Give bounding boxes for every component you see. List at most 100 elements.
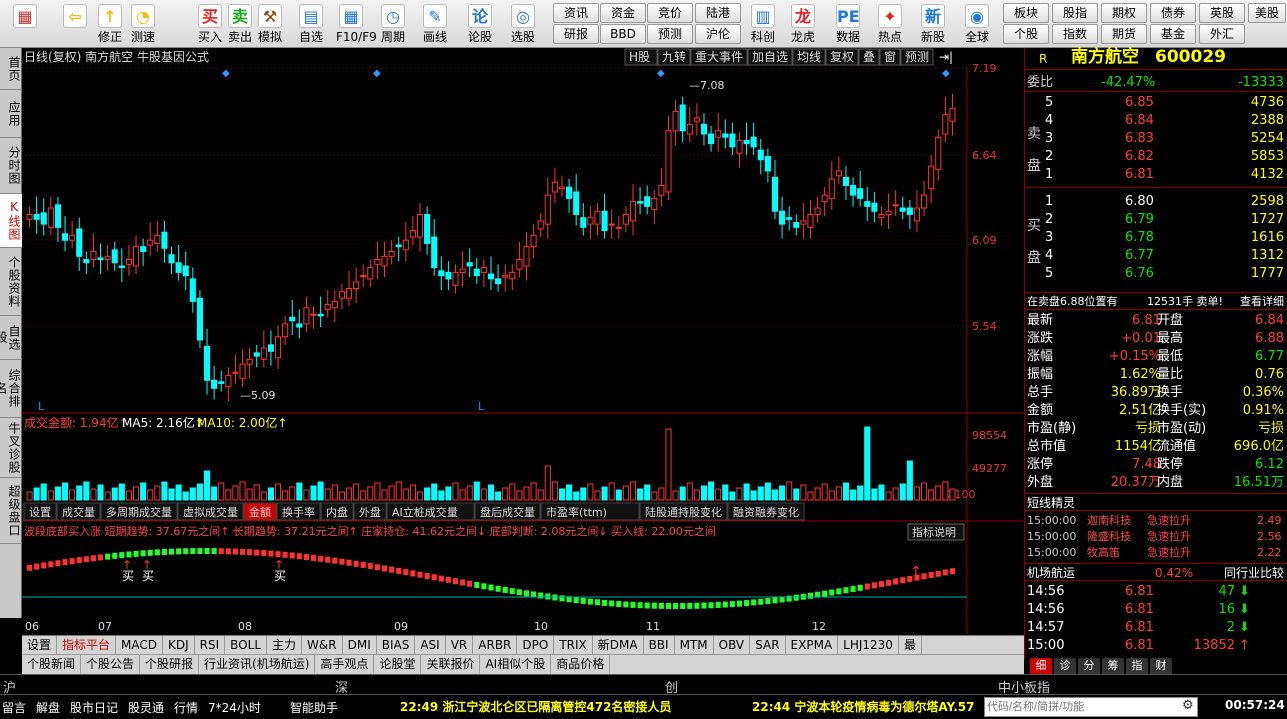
toolbar-button-12[interactable]: ◎ 选股: [508, 2, 538, 46]
info-tab-7[interactable]: AI相似个股: [480, 655, 552, 673]
indicator-tab-4[interactable]: RSI: [195, 636, 226, 654]
toolbar-button-3[interactable]: ◔ 测速: [128, 2, 158, 46]
buy-level[interactable]: 3 6.78 1616: [1025, 229, 1287, 247]
toolbar-button-17[interactable]: 新新股: [918, 2, 948, 46]
info-tab-4[interactable]: 高手观点: [315, 655, 375, 673]
indicator-tab-1[interactable]: 指标平台: [57, 636, 117, 654]
sector-compare-button[interactable]: 同行业比较: [1224, 564, 1284, 582]
buy-level[interactable]: 4 6.77 1312: [1025, 247, 1287, 265]
toolbar-button-2[interactable]: ↑ 修正: [95, 2, 125, 46]
info-tab-1[interactable]: 个股公告: [81, 655, 141, 673]
toolbar-button-18[interactable]: ◉ 全球: [962, 2, 992, 46]
indicator-tab-17[interactable]: MTM: [675, 636, 714, 654]
sell-level[interactable]: 1 6.81 4132: [1025, 166, 1287, 184]
toolbar-button-14[interactable]: 龙龙虎: [788, 2, 818, 46]
indicator-tab-16[interactable]: BBI: [644, 636, 675, 654]
leftnav-tab-5[interactable]: 自选股: [0, 316, 22, 360]
quote-tab-5[interactable]: 财: [1150, 658, 1172, 674]
info-tab-2[interactable]: 个股研报: [140, 655, 200, 673]
toolbar-button-13[interactable]: ▥ 科创: [748, 2, 778, 46]
toolbar-button-15[interactable]: PE 数据: [833, 2, 863, 46]
indicator-tab-0[interactable]: 设置: [22, 636, 58, 654]
indicator-tab-22[interactable]: 最: [899, 636, 922, 654]
leftnav-tab-8[interactable]: 超级盘口: [0, 478, 22, 544]
nav-button[interactable]: 沪伦: [695, 24, 741, 44]
nav2-button[interactable]: 股指: [1052, 3, 1098, 23]
sell-level[interactable]: 5 6.85 4736: [1025, 94, 1287, 112]
indicator-tab-15[interactable]: 新DMA: [593, 636, 644, 654]
kline-chart-area[interactable]: 日线(复权) 南方航空 牛股基因公式 H股 九转 重大事件 加自选 均线 复权叠窗预测 ⇥| 7…: [22, 48, 1024, 635]
indicator-tab-8[interactable]: DMI: [343, 636, 377, 654]
export-icon[interactable]: ⇥|: [939, 50, 953, 64]
toolbar-button-8[interactable]: ▦ F10/F9: [336, 2, 377, 46]
leftnav-tab-7[interactable]: 牛叉诊股: [0, 418, 22, 478]
nav2-button[interactable]: 指数: [1052, 24, 1098, 44]
indicator-tab-2[interactable]: MACD: [116, 636, 164, 654]
toolbar-button-9[interactable]: ◷ 周期: [378, 2, 408, 46]
event-diamond-icon[interactable]: ◆: [942, 68, 950, 79]
toolbar-button-4[interactable]: 买买入: [195, 2, 225, 46]
ticker-item-1[interactable]: 解盘: [36, 699, 60, 716]
news-2[interactable]: 22:44 宁波本轮疫情病毒为德尔塔AY.57: [752, 698, 980, 715]
leftnav-tab-0[interactable]: 首页: [0, 48, 22, 90]
info-tab-0[interactable]: 个股新闻: [22, 655, 82, 673]
ticker-item-5[interactable]: 7*24小时: [208, 699, 261, 716]
nav2-button[interactable]: 期权: [1101, 3, 1147, 23]
nav-button[interactable]: 资讯: [553, 3, 599, 23]
leftnav-tab-6[interactable]: 综合排名: [0, 360, 22, 418]
quote-tab-4[interactable]: 指: [1126, 658, 1148, 674]
nav2-button[interactable]: 个股: [1003, 24, 1049, 44]
ticker-item-2[interactable]: 股市日记: [70, 699, 118, 716]
indicator-tab-11[interactable]: VR: [446, 636, 474, 654]
toolbar-button-0[interactable]: ▦: [5, 2, 45, 46]
info-tab-5[interactable]: 论股堂: [374, 655, 422, 673]
nav2-button[interactable]: 期货: [1101, 24, 1147, 44]
nav2-button[interactable]: 美股: [1248, 3, 1286, 23]
indicator-tab-10[interactable]: ASI: [415, 636, 446, 654]
nav2-button[interactable]: 债券: [1150, 3, 1196, 23]
indicator-tab-14[interactable]: TRIX: [554, 636, 593, 654]
toolbar-button-11[interactable]: 论论股: [465, 2, 495, 46]
nav2-button[interactable]: 基金: [1150, 24, 1196, 44]
nav-button[interactable]: BBD: [600, 24, 646, 44]
nav-button[interactable]: 预测: [647, 24, 693, 44]
quote-tab-0[interactable]: 细: [1030, 658, 1052, 674]
quote-tab-1[interactable]: 诊: [1054, 658, 1076, 674]
indicator-tab-21[interactable]: LHJ1230: [838, 636, 899, 654]
nav-button[interactable]: 竞价: [647, 3, 693, 23]
short-item[interactable]: 15:00:00 牧高笛 急速拉升 2.22: [1025, 545, 1287, 561]
nav-button[interactable]: 陆港: [695, 3, 741, 23]
event-diamond-icon[interactable]: ◆: [222, 68, 230, 79]
info-tab-6[interactable]: 关联报价: [421, 655, 481, 673]
sell-level[interactable]: 2 6.82 5853: [1025, 148, 1287, 166]
toolbar-button-1[interactable]: ⇦: [55, 2, 95, 46]
buy-level[interactable]: 2 6.79 1727: [1025, 211, 1287, 229]
toolbar-button-7[interactable]: ▤ 自选: [296, 2, 326, 46]
news-1[interactable]: 22:49 浙江宁波北仑区已隔离管控472名密接人员: [400, 698, 671, 715]
buy-level[interactable]: 1 6.80 2598: [1025, 193, 1287, 211]
gear-icon[interactable]: ⚙: [1182, 698, 1194, 713]
indicator-tab-7[interactable]: W&R: [302, 636, 343, 654]
toolbar-button-10[interactable]: ✎ 画线: [420, 2, 450, 46]
indicator-tab-3[interactable]: KDJ: [163, 636, 195, 654]
indicator-tab-13[interactable]: DPO: [517, 636, 555, 654]
short-item[interactable]: 15:00:00 隆盛科技 急速拉升 2.56: [1025, 529, 1287, 545]
indicator-tab-5[interactable]: BOLL: [225, 636, 268, 654]
buy-level[interactable]: 5 6.76 1777: [1025, 265, 1287, 283]
leftnav-tab-1[interactable]: 应用: [0, 90, 22, 138]
ticker-item-3[interactable]: 股灵通: [128, 699, 164, 716]
leftnav-tab-4[interactable]: 个股资料: [0, 248, 22, 316]
nav-button[interactable]: 资金: [600, 3, 646, 23]
quote-tab-2[interactable]: 分: [1078, 658, 1100, 674]
leftnav-tab-3[interactable]: K线图: [0, 194, 22, 248]
sell-level[interactable]: 4 6.84 2388: [1025, 112, 1287, 130]
indicator-tab-6[interactable]: 主力: [267, 636, 303, 654]
ticker-item-0[interactable]: 留言: [2, 699, 26, 716]
info-tab-3[interactable]: 行业资讯(机场航运): [199, 655, 316, 673]
indicator-tab-12[interactable]: ARBR: [473, 636, 518, 654]
kline-chart-svg[interactable]: 日线(复权) 南方航空 牛股基因公式 H股 九转 重大事件 加自选 均线 复权叠窗预测 ⇥| 7…: [22, 48, 1024, 635]
event-diamond-icon[interactable]: ◆: [373, 68, 381, 79]
nav-button[interactable]: 研报: [553, 24, 599, 44]
search-input[interactable]: [984, 697, 1198, 717]
ticker-item-6[interactable]: 智能助手: [290, 699, 338, 716]
